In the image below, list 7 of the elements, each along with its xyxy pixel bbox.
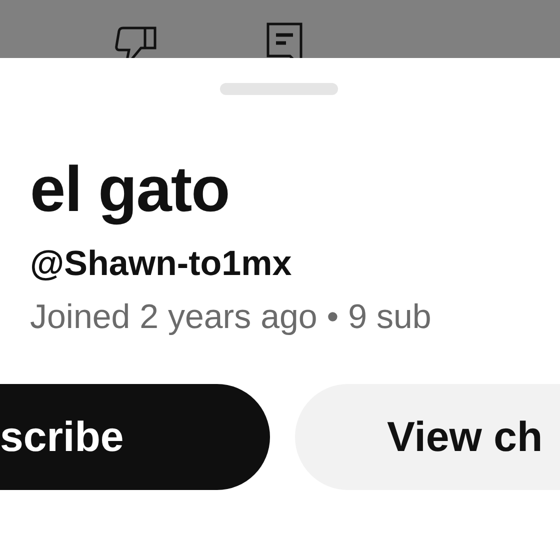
channel-handle: @Shawn-to1mx — [30, 243, 293, 285]
drag-handle[interactable] — [220, 83, 338, 95]
comment-icon[interactable] — [266, 22, 304, 58]
thumbs-down-icon[interactable] — [115, 26, 157, 58]
subscribe-button[interactable]: scribe — [0, 384, 270, 490]
channel-info: Joined 2 years ago • 9 sub — [30, 297, 432, 338]
view-channel-button[interactable]: View ch — [295, 384, 560, 490]
